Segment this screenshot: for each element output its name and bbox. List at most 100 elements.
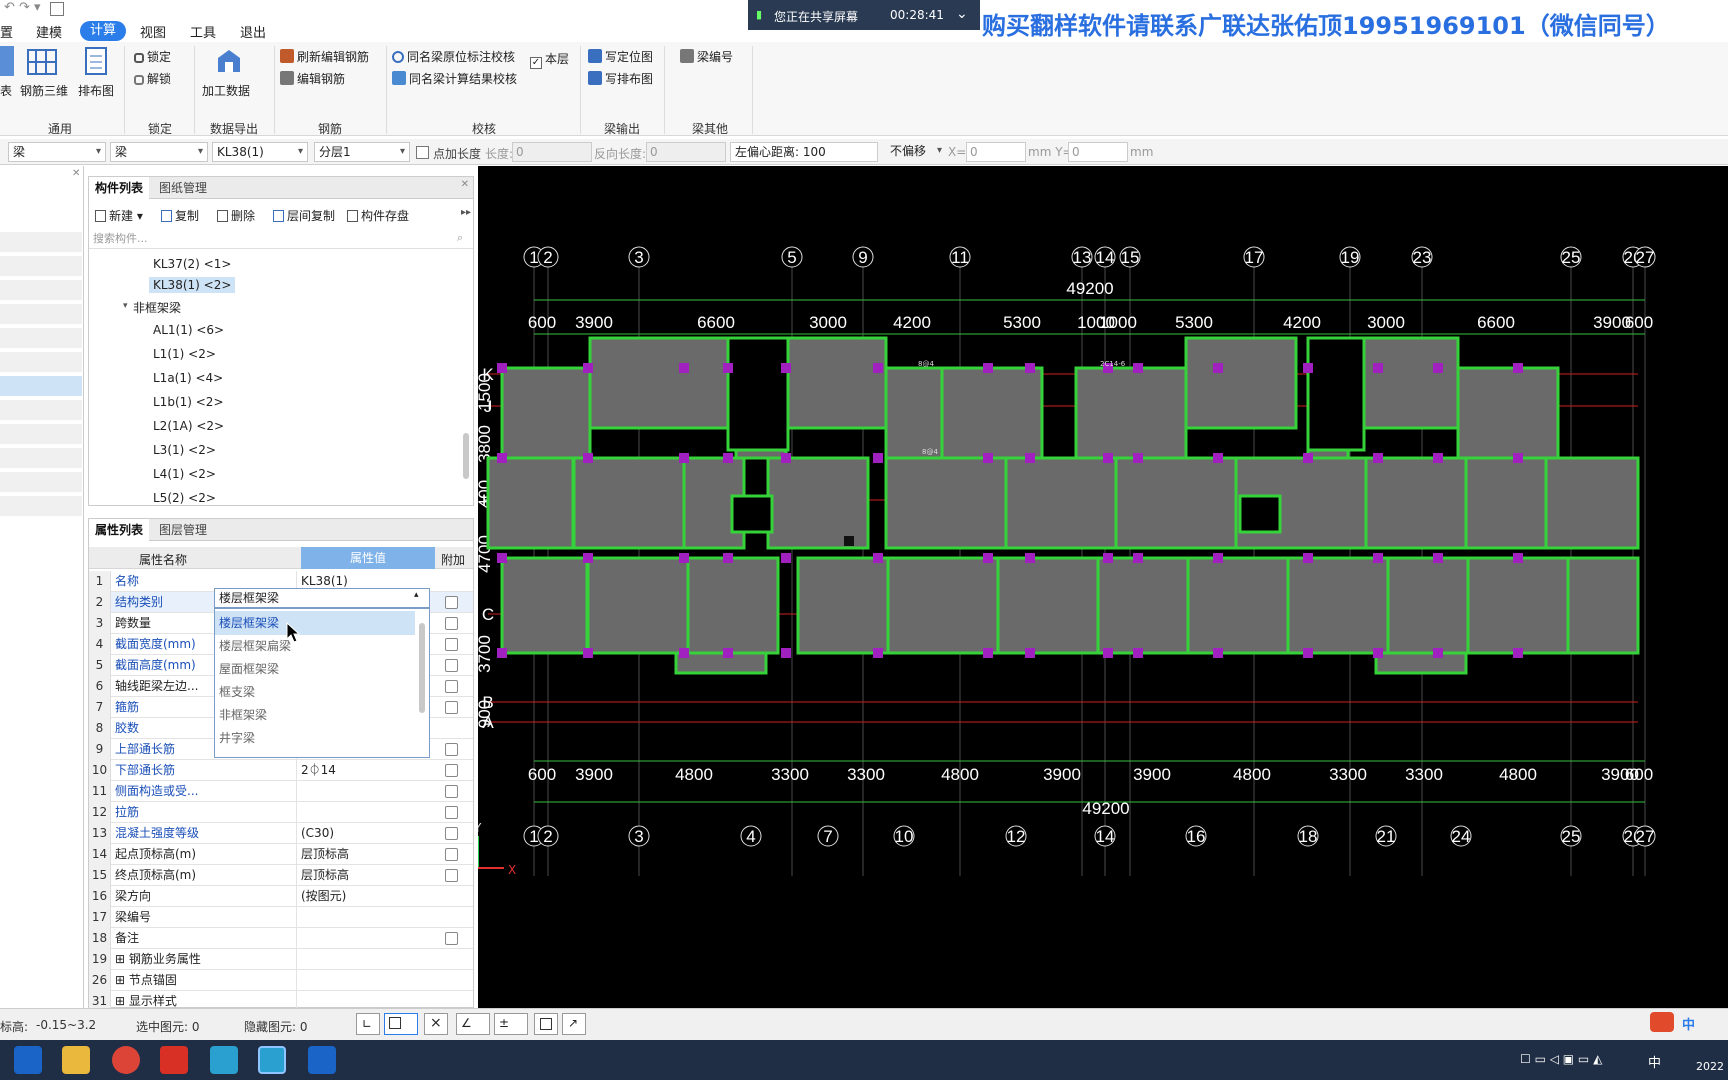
- dimension-toggle[interactable]: ±: [494, 1013, 528, 1035]
- property-row[interactable]: 15 终点顶标高(m) 层顶标高: [89, 865, 473, 886]
- btn-export-data[interactable]: 加工数据: [202, 82, 250, 99]
- property-row[interactable]: 14 起点顶标高(m) 层顶标高: [89, 844, 473, 865]
- tree-item-kl37[interactable]: KL37(2) <1>: [153, 257, 231, 271]
- y-input[interactable]: 0: [1068, 142, 1128, 162]
- btn-unlock[interactable]: 解锁: [134, 70, 171, 87]
- orthogonal-toggle[interactable]: ∟: [356, 1013, 380, 1035]
- more-icon[interactable]: ▸▸: [461, 207, 471, 218]
- nav-row-selected[interactable]: [0, 376, 82, 398]
- this-layer-checkbox[interactable]: ✓ 本层: [530, 50, 569, 69]
- extra-checkbox[interactable]: [445, 764, 458, 777]
- tree-item-l2[interactable]: L2(1A) <2>: [153, 419, 224, 433]
- btn-refresh-edit-rebar[interactable]: 刷新编辑钢筋: [280, 48, 369, 65]
- property-value[interactable]: [301, 907, 435, 928]
- offset-mode-select[interactable]: 不偏移: [886, 142, 946, 162]
- extra-checkbox[interactable]: [445, 638, 458, 651]
- dropdown-option[interactable]: 框支梁: [215, 680, 415, 704]
- btn-same-beam-annotation-check[interactable]: 同名梁原位标注校核: [392, 48, 515, 65]
- nav-row[interactable]: [0, 472, 82, 494]
- property-value[interactable]: (按图元): [301, 886, 435, 907]
- cross-select-toggle[interactable]: ⨯: [424, 1013, 448, 1035]
- nav-row[interactable]: [0, 352, 82, 374]
- menu-view[interactable]: 视图: [140, 22, 166, 41]
- nav-row[interactable]: [0, 328, 82, 350]
- tree-item-al1[interactable]: AL1(1) <6>: [153, 323, 224, 337]
- nav-row[interactable]: [0, 256, 82, 278]
- store-component-button[interactable]: 构件存盘: [347, 207, 409, 224]
- point-length-checkbox[interactable]: [416, 146, 429, 159]
- tab-layer-management[interactable]: 图层管理: [153, 519, 213, 541]
- dropdown-scrollbar[interactable]: [419, 623, 425, 713]
- tree-group-non-frame-beams[interactable]: 非框架梁: [133, 299, 181, 316]
- btn-edit-rebar[interactable]: 编辑钢筋: [280, 70, 345, 87]
- extra-checkbox[interactable]: [445, 680, 458, 693]
- element-type-select[interactable]: 梁: [110, 142, 208, 162]
- tab-component-list[interactable]: 构件列表: [89, 177, 150, 199]
- property-row[interactable]: 11 侧面构造或受...: [89, 781, 473, 802]
- extra-checkbox[interactable]: [445, 596, 458, 609]
- chevron-down-icon[interactable]: ⌄: [956, 6, 968, 22]
- close-icon[interactable]: ✕: [461, 179, 469, 190]
- property-value[interactable]: (C30): [301, 823, 435, 844]
- tree-item-l5[interactable]: L5(2) <2>: [153, 491, 216, 505]
- quick-access-undo-icon[interactable]: ↶ ↷ ▾: [4, 0, 41, 15]
- new-file-icon[interactable]: [50, 2, 64, 16]
- ime-chinese-label[interactable]: 中: [1682, 1014, 1695, 1033]
- btn-lock[interactable]: 锁定: [134, 48, 171, 65]
- extra-checkbox[interactable]: [445, 932, 458, 945]
- dropdown-option[interactable]: 楼层框架梁: [215, 611, 415, 635]
- property-value[interactable]: [301, 802, 435, 823]
- property-row[interactable]: 16 梁方向 (按图元): [89, 886, 473, 907]
- tree-item-l1a[interactable]: L1a(1) <4>: [153, 371, 223, 385]
- property-value[interactable]: [301, 928, 435, 949]
- length-input[interactable]: 0: [512, 142, 592, 162]
- scrollbar-thumb[interactable]: [463, 433, 469, 479]
- reverse-length-input[interactable]: 0: [646, 142, 726, 162]
- tray-icons[interactable]: ☐ ▭ ◁ ▣ ▭ ◭: [1520, 1052, 1602, 1066]
- property-row[interactable]: 18 备注: [89, 928, 473, 949]
- tree-item-l3[interactable]: L3(1) <2>: [153, 443, 216, 457]
- nav-row[interactable]: [0, 448, 82, 470]
- delete-button[interactable]: 删除: [217, 207, 255, 224]
- close-icon[interactable]: ✕: [72, 168, 80, 179]
- property-row[interactable]: 17 梁编号: [89, 907, 473, 928]
- extra-checkbox[interactable]: [445, 848, 458, 861]
- property-value[interactable]: [301, 949, 435, 970]
- dropdown-option[interactable]: 非框架梁: [215, 703, 415, 727]
- chrome-icon[interactable]: [112, 1046, 140, 1074]
- btn-same-beam-result-check[interactable]: 同名梁计算结果校核: [392, 70, 517, 87]
- menu-exit[interactable]: 退出: [240, 22, 266, 41]
- dropdown-option[interactable]: 井字梁: [215, 726, 415, 750]
- copy-button[interactable]: 复制: [161, 207, 199, 224]
- nav-row[interactable]: [0, 232, 82, 254]
- menu-tools[interactable]: 工具: [190, 22, 216, 41]
- polyline-toggle[interactable]: ↗: [562, 1013, 586, 1035]
- tree-item-l1[interactable]: L1(1) <2>: [153, 347, 216, 361]
- structure-type-dropdown[interactable]: 楼层框架梁 楼层框架扁梁 屋面框架梁 框支梁 非框架梁 井字梁: [214, 608, 430, 758]
- property-value[interactable]: 层顶标高: [301, 865, 435, 886]
- nav-row[interactable]: [0, 496, 82, 518]
- btn-write-position-drawing[interactable]: 写定位图: [588, 48, 653, 65]
- collapse-icon[interactable]: ▾: [123, 301, 128, 311]
- property-row[interactable]: 26 ⊞ 节点锚固: [89, 970, 473, 991]
- menu-settings[interactable]: 置: [0, 22, 13, 41]
- search-icon[interactable]: ⌕: [457, 231, 463, 245]
- property-row[interactable]: 12 拉筋: [89, 802, 473, 823]
- btn-table[interactable]: 表: [0, 82, 12, 99]
- outlook-icon[interactable]: [14, 1046, 42, 1074]
- extra-checkbox[interactable]: [445, 806, 458, 819]
- floor-plan[interactable]: 1 2 3 5 9 11 13 14 15 17 19 23 25 26271 2 3 4 7 10 12 14 16 18…: [478, 166, 1728, 1008]
- tree-item-l4[interactable]: L4(1) <2>: [153, 467, 216, 481]
- extra-checkbox[interactable]: [445, 743, 458, 756]
- btn-rebar-3d[interactable]: 钢筋三维: [20, 82, 68, 99]
- btn-beam-numbering[interactable]: 梁编号: [680, 48, 733, 65]
- nav-row[interactable]: [0, 304, 82, 326]
- property-value[interactable]: [301, 781, 435, 802]
- element-name-select[interactable]: KL38(1): [212, 142, 308, 162]
- dropdown-option[interactable]: 楼层框架扁梁: [215, 634, 415, 658]
- glodon-active-app-icon[interactable]: [258, 1046, 286, 1074]
- tree-item-l1b[interactable]: L1b(1) <2>: [153, 395, 224, 409]
- dropdown-arrow-icon[interactable]: ▴: [414, 590, 419, 600]
- extra-checkbox[interactable]: [445, 659, 458, 672]
- layer-toggle[interactable]: [534, 1013, 558, 1035]
